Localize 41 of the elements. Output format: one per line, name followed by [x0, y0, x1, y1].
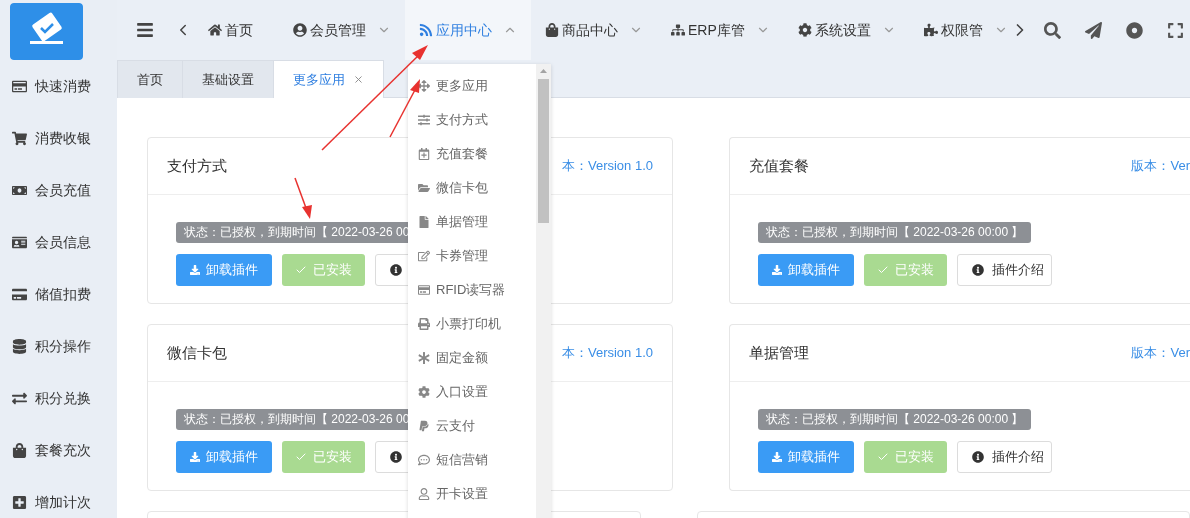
version-text: 本：Version 1.0 [561, 157, 653, 176]
sidebar-item[interactable]: 会员充值 [0, 164, 117, 216]
dropdown-item[interactable]: 充值套餐 [408, 137, 536, 171]
card-title: 微信卡包 [167, 342, 227, 363]
card-title: 支付方式 [167, 155, 227, 176]
sidebar-item[interactable]: 会员信息 [0, 216, 117, 268]
card-title: 单据管理 [749, 342, 809, 363]
status-badge: 状态：已授权，到期时间【 2022-03-26 00:00 】 [758, 409, 1032, 430]
sidebar-item[interactable]: 增加计次 [0, 476, 117, 518]
nav-item[interactable]: 会员管理 [279, 0, 405, 60]
dropdown-item[interactable]: 更多应用 [408, 69, 536, 103]
version-text: 版本：Ver [1131, 344, 1190, 363]
sidebar-item[interactable]: 储值扣费 [0, 268, 117, 320]
dropdown-item[interactable]: 支付方式 [408, 103, 536, 137]
sidebar-item[interactable]: 消费收银 [0, 112, 117, 164]
sidebar-item[interactable]: 积分兑换 [0, 372, 117, 424]
intro-button[interactable]: 插件介绍 [957, 441, 1052, 473]
nav-item[interactable]: 商品中心 [531, 0, 657, 60]
nav-item[interactable]: 权限管 [909, 0, 1022, 60]
nav-item[interactable]: 首页 [208, 0, 279, 60]
status-badge: 状态：已授权，到期时间【 2022-03-26 00:00 】 [758, 222, 1032, 243]
dropdown-item[interactable]: RFID读写器 [408, 273, 536, 307]
version-text: 版本：Ver [1131, 157, 1190, 176]
dropdown-item[interactable]: 小票打印机 [408, 307, 536, 341]
dropdown-item[interactable]: 入口设置 [408, 375, 536, 409]
dropdown-item[interactable]: 开卡设置 [408, 477, 536, 511]
dropdown-item[interactable]: 短信营销 [408, 443, 536, 477]
nav-item[interactable]: ERP库管 [657, 0, 784, 60]
tab[interactable]: 基础设置 [183, 60, 274, 98]
sidebar-item[interactable]: 积分操作 [0, 320, 117, 372]
version-text: 本：Version 1.0 [561, 344, 653, 363]
nav-item[interactable]: 系统设置 [783, 0, 910, 60]
intro-button[interactable]: 插件介绍 [957, 254, 1052, 286]
card-title: 充值套餐 [749, 155, 809, 176]
sidebar-item[interactable]: 套餐充次 [0, 424, 117, 476]
dropdown-item[interactable]: 微信卡包 [408, 171, 536, 205]
tab[interactable]: 更多应用 [274, 60, 384, 98]
sidebar-item[interactable]: 快速消费 [0, 60, 117, 112]
dropdown-item[interactable]: 固定金额 [408, 341, 536, 375]
tab[interactable]: 首页 [117, 60, 183, 98]
nav-item[interactable]: 应用中心 [405, 0, 531, 60]
